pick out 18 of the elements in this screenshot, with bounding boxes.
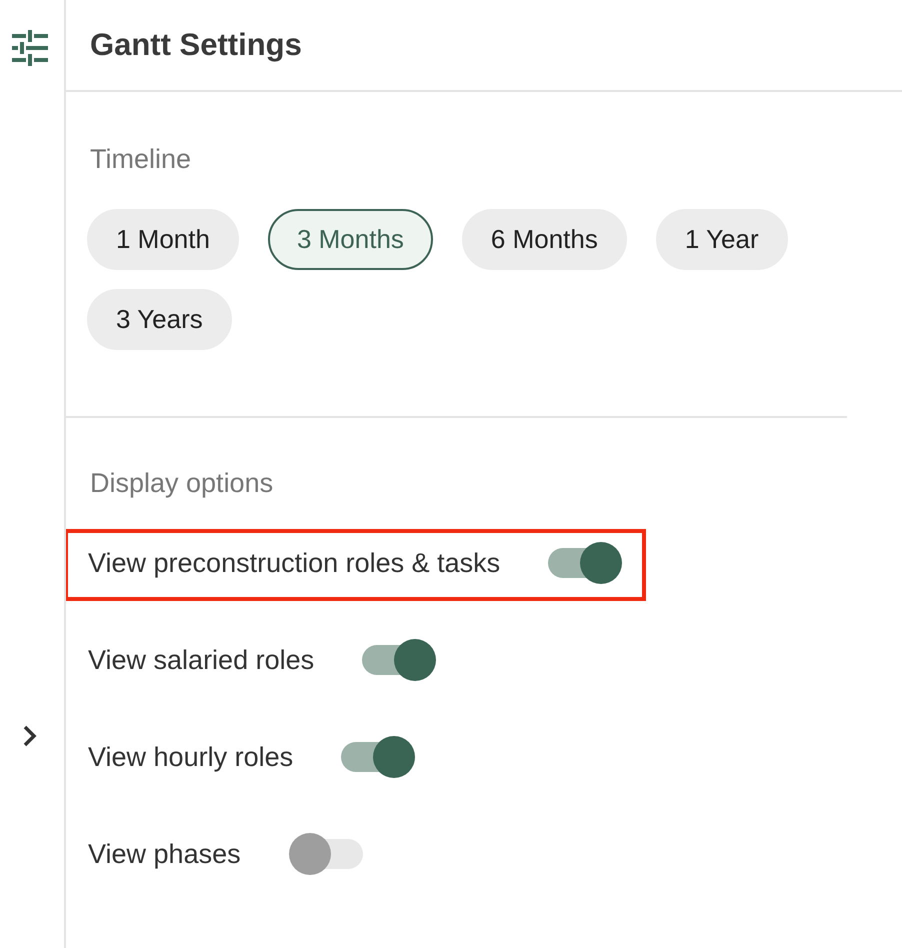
toggle-label: View phases [88,838,241,870]
section-heading: Timeline [90,144,192,175]
timeline-chip[interactable]: 3 Months [268,209,433,270]
settings-sliders-icon[interactable] [10,28,50,68]
timeline-chip[interactable]: 6 Months [462,209,627,270]
timeline-chip[interactable]: 3 Years [87,289,232,350]
panel-title: Gantt Settings [90,27,302,63]
toggle-switch[interactable] [288,833,363,875]
timeline-chip[interactable]: 1 Month [87,209,239,270]
toggle-label: View preconstruction roles & tasks [88,548,500,578]
toggle-switch[interactable] [341,736,416,778]
toggle-label: View salaried roles [88,644,314,676]
chevron-right-icon[interactable] [22,724,38,748]
toggle-switch[interactable] [362,639,436,681]
timeline-chip[interactable]: 1 Year [656,209,788,270]
toggle-switch[interactable] [548,542,622,584]
section-heading: Display options [90,468,274,499]
toggle-label: View hourly roles [88,742,294,772]
